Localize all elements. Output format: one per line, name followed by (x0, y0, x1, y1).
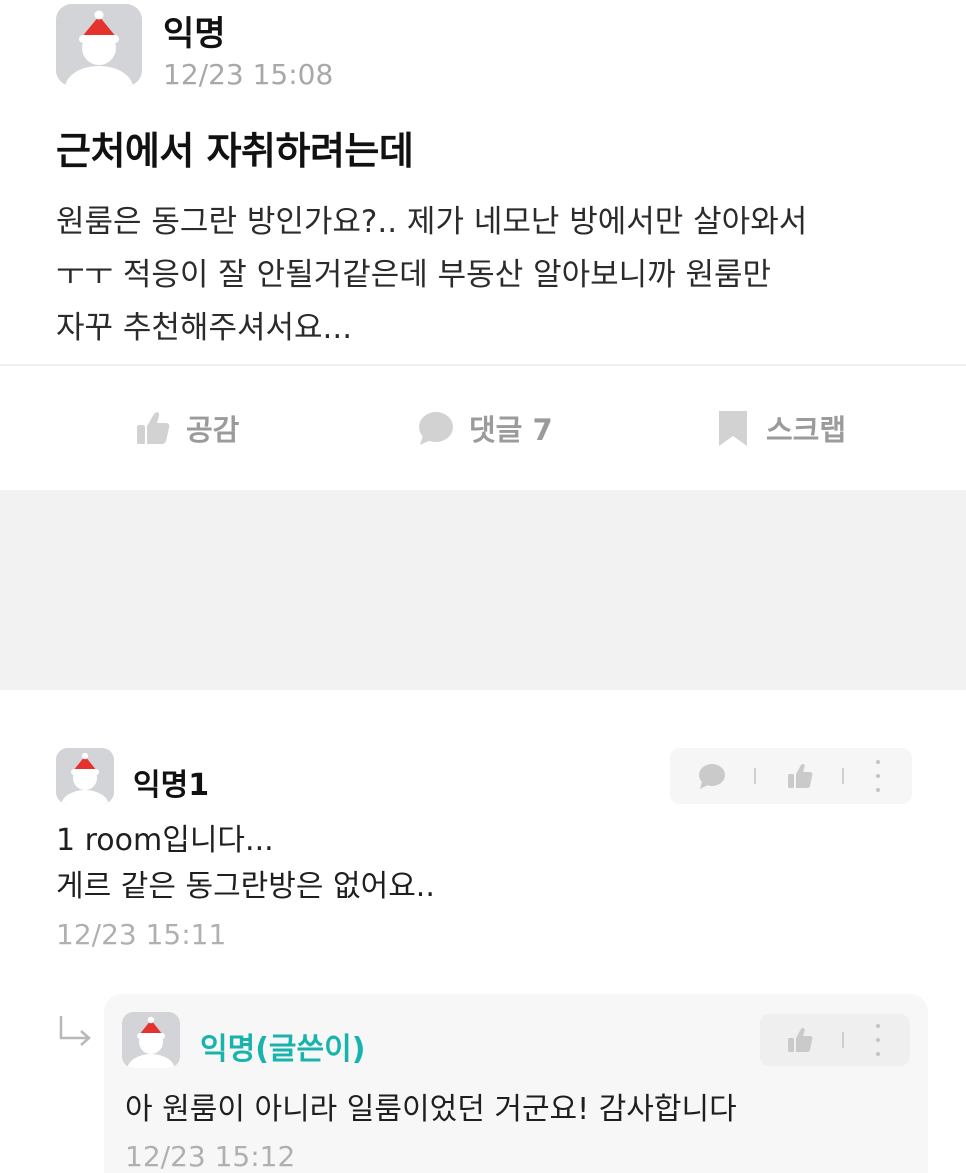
reply-arrow-icon (58, 1014, 94, 1048)
post-body: 원룸은 동그란 방인가요?.. 제가 네모난 방에서만 살아와서 ㅜㅜ 적응이 … (56, 196, 936, 355)
comment-time: 12/23 15:11 (56, 918, 227, 951)
post-time: 12/23 15:08 (163, 58, 334, 91)
post-body-line: 원룸은 동그란 방인가요?.. 제가 네모난 방에서만 살아와서 (56, 204, 808, 240)
comment-toolbar (670, 748, 912, 804)
post-page: 익명 12/23 15:08 근처에서 자취하려는데 원룸은 동그란 방인가요?… (0, 0, 966, 1173)
vertical-dots-icon[interactable] (873, 760, 883, 792)
snowman-santa-hat-icon (56, 748, 114, 804)
reply-author: 익명(글쓴이) (200, 1032, 366, 1067)
speech-bubble-icon (417, 409, 455, 447)
toolbar-separator (842, 1032, 844, 1048)
section-spacer (0, 490, 966, 690)
comment-line: 게르 같은 동그란방은 없어요.. (56, 869, 435, 904)
vertical-dots-icon[interactable] (873, 1024, 883, 1056)
comment-button[interactable]: 댓글 7 (417, 406, 553, 450)
comment-body: 1 room입니다... 게르 같은 동그란방은 없어요.. (56, 818, 916, 910)
reply-body: 아 원룸이 아니라 일룸이었던 거군요! 감사합니다 (125, 1092, 737, 1127)
reply-comment-icon[interactable] (698, 762, 726, 790)
like-button[interactable]: 공감 (134, 406, 239, 450)
post-body-line: 자꾸 추천해주셔서요... (56, 310, 353, 346)
comment-avatar[interactable] (56, 748, 114, 804)
reply-toolbar (760, 1014, 910, 1066)
author-avatar[interactable] (56, 4, 142, 86)
toolbar-separator (842, 768, 844, 784)
post-actions: 공감 댓글 7 스크랩 (0, 366, 966, 490)
comment-author: 익명1 (133, 768, 210, 803)
snowman-santa-hat-icon (56, 4, 142, 86)
reply-time: 12/23 15:12 (125, 1140, 296, 1173)
toolbar-separator (754, 768, 756, 784)
post-title: 근처에서 자취하려는데 (56, 129, 414, 173)
thumbs-up-icon[interactable] (786, 762, 814, 790)
post-author: 익명 (163, 14, 226, 54)
bookmark-icon (714, 409, 752, 447)
like-label: 공감 (186, 413, 240, 447)
scrap-label: 스크랩 (766, 413, 847, 447)
reply-avatar[interactable] (122, 1012, 180, 1068)
thumbs-up-icon[interactable] (786, 1026, 814, 1054)
comment-line: 1 room입니다... (56, 823, 274, 858)
scrap-button[interactable]: 스크랩 (714, 406, 846, 450)
comment-count-label: 댓글 7 (469, 413, 553, 447)
snowman-santa-hat-icon (122, 1012, 180, 1068)
post-body-line: ㅜㅜ 적응이 잘 안될거같은데 부동산 알아보니까 원룸만 (56, 257, 772, 293)
thumbs-up-icon (134, 409, 172, 447)
